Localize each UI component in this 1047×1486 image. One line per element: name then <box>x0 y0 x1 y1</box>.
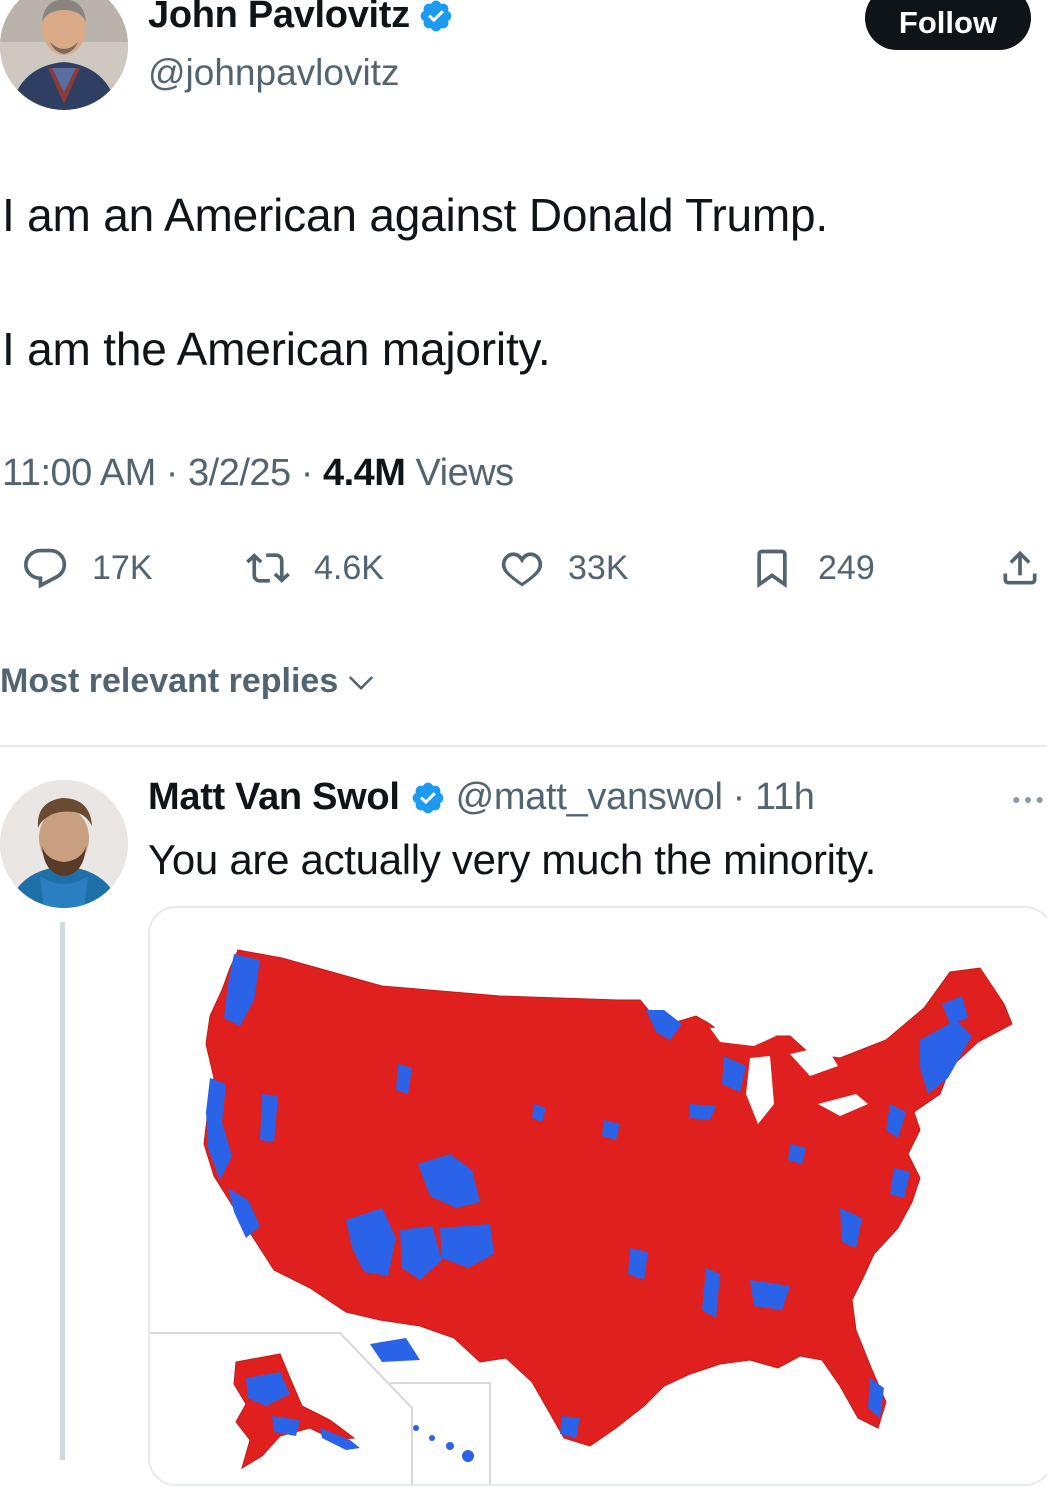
tweet-meta: 11:00 AM · 3/2/25 · 4.4M Views <box>2 452 514 495</box>
bookmark-count: 249 <box>818 548 875 587</box>
share-button[interactable] <box>998 546 1042 590</box>
reply-count: 17K <box>92 548 153 587</box>
us-county-map-image <box>150 908 1047 1484</box>
verified-badge-icon <box>412 782 443 813</box>
author-name[interactable]: John Pavlovitz <box>148 0 410 37</box>
retweet-icon <box>246 553 290 583</box>
tweet-time[interactable]: 11:00 AM <box>2 452 156 494</box>
bookmark-icon <box>757 549 787 589</box>
reply-icon <box>24 548 67 589</box>
author-handle[interactable]: @johnpavlovitz <box>148 52 399 94</box>
like-count: 33K <box>568 548 629 587</box>
reply-media-image[interactable] <box>148 906 1047 1486</box>
tweet-date[interactable]: 3/2/25 <box>188 452 291 494</box>
divider <box>0 745 1047 747</box>
like-button[interactable]: 33K <box>500 546 629 590</box>
reply-header: Matt Van Swol @matt_vanswol · 11h <box>148 776 815 819</box>
replies-sort-dropdown[interactable]: Most relevant replies <box>0 662 376 701</box>
tweet-text-line-1: I am an American against Donald Trump. <box>2 189 828 241</box>
reply-author-handle[interactable]: @matt_vanswol <box>456 776 723 819</box>
reply-age[interactable]: 11h <box>755 776 815 819</box>
reply-button[interactable]: 17K <box>24 546 153 590</box>
meta-separator: · <box>165 452 179 494</box>
verified-badge-icon <box>420 0 452 31</box>
thread-line <box>60 922 65 1460</box>
tweet-text-line-2: I am the American majority. <box>2 323 551 375</box>
author-avatar-image <box>0 0 128 110</box>
meta-separator: · <box>300 452 314 494</box>
views-count: 4.4M <box>322 452 406 494</box>
author-avatar[interactable] <box>0 0 128 110</box>
reply-avatar[interactable] <box>0 780 128 908</box>
bookmark-button[interactable]: 249 <box>750 546 875 590</box>
views-label: Views <box>415 452 515 494</box>
like-icon <box>501 552 543 587</box>
repost-count: 4.6K <box>314 548 384 587</box>
reply-avatar-image <box>0 780 128 908</box>
replies-sort-label: Most relevant replies <box>0 662 339 700</box>
reply-author-name[interactable]: Matt Van Swol <box>148 776 400 819</box>
more-icon[interactable] <box>1008 780 1047 820</box>
share-icon <box>1003 550 1037 585</box>
author-name-row[interactable]: John Pavlovitz <box>148 0 454 37</box>
reply-text: You are actually very much the minority. <box>148 836 877 883</box>
follow-button[interactable]: Follow <box>865 0 1031 50</box>
repost-button[interactable]: 4.6K <box>246 546 384 590</box>
chevron-down-icon <box>349 675 374 690</box>
reply-separator: · <box>732 776 746 818</box>
